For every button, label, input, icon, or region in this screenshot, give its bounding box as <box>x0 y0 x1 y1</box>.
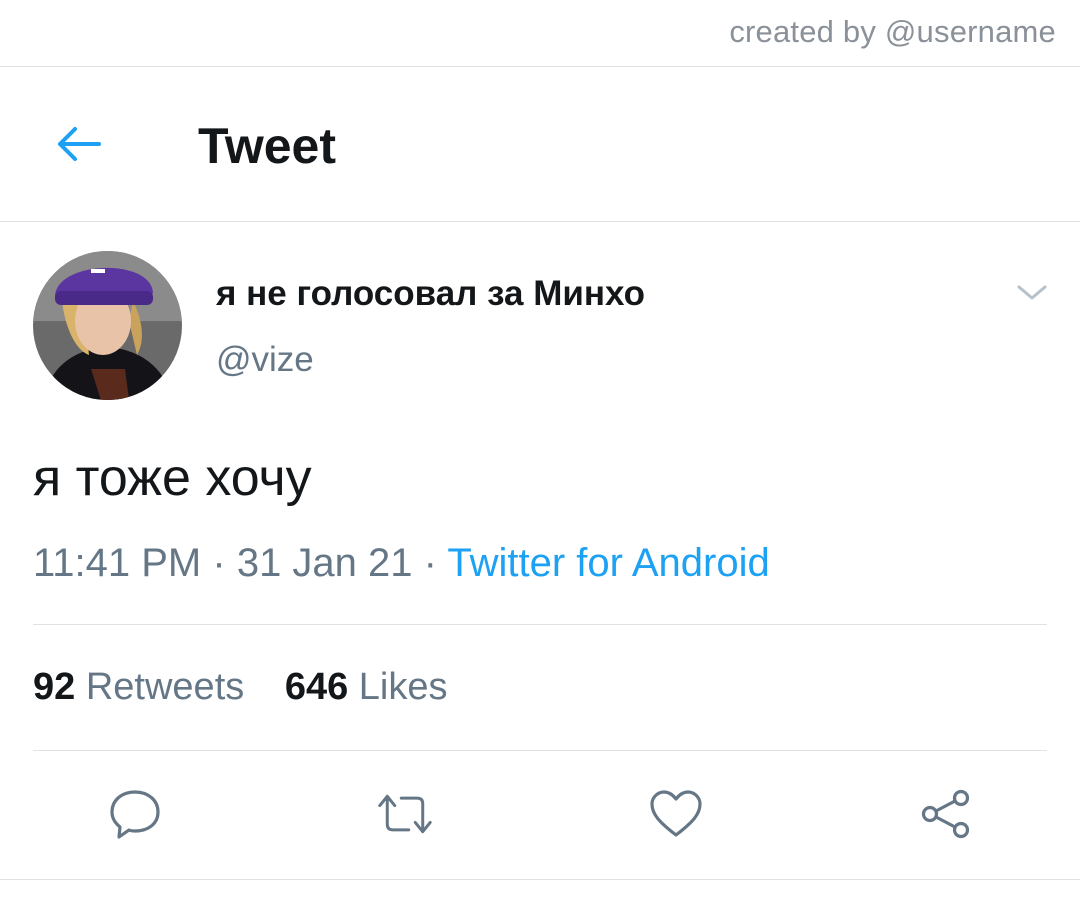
retweet-icon <box>378 794 432 834</box>
divider <box>0 221 1080 222</box>
tweet-menu-button[interactable] <box>1014 278 1050 306</box>
tweet-meta: 11:41 PM · 31 Jan 21 · Twitter for Andro… <box>33 541 770 586</box>
watermark-text: created by @username <box>729 14 1056 49</box>
retweets-count: 92 <box>33 666 76 708</box>
retweets-label: Retweets <box>85 666 245 708</box>
meta-separator: · <box>423 541 437 585</box>
user-handle[interactable]: @vize <box>216 340 314 380</box>
tweet-text: я тоже хочу <box>33 449 312 507</box>
app-header: Tweet <box>0 67 1080 221</box>
likes-count: 646 <box>284 666 349 708</box>
tweet-time: 11:41 PM <box>33 541 202 585</box>
meta-separator: · <box>212 541 226 585</box>
divider <box>33 750 1047 751</box>
tweet-date: 31 Jan 21 <box>236 541 413 585</box>
tweet-source-link[interactable]: Twitter for Android <box>447 541 769 585</box>
retweets-stat[interactable]: 92 Retweets <box>33 666 255 708</box>
arrow-left-icon <box>58 127 101 161</box>
reply-icon <box>110 790 160 839</box>
reply-button[interactable] <box>107 786 163 842</box>
likes-label: Likes <box>358 666 448 708</box>
share-icon <box>921 789 970 839</box>
page-title: Tweet <box>198 118 336 174</box>
retweet-button[interactable] <box>377 786 433 842</box>
likes-stat[interactable]: 646 Likes <box>285 666 448 708</box>
back-button[interactable] <box>50 119 106 169</box>
tweet-stats: 92 Retweets 646 Likes <box>33 666 448 709</box>
avatar[interactable] <box>33 251 182 400</box>
divider <box>0 879 1080 880</box>
avatar-photo <box>33 251 182 400</box>
divider <box>33 624 1047 625</box>
display-name[interactable]: я не голосовал за Минхо <box>216 274 645 314</box>
like-button[interactable] <box>648 786 704 842</box>
chevron-down-icon <box>1017 285 1047 300</box>
share-button[interactable] <box>918 786 974 842</box>
tweet-detail-page: created by @username Tweet я не голосова… <box>0 0 1080 898</box>
heart-icon <box>650 790 702 837</box>
